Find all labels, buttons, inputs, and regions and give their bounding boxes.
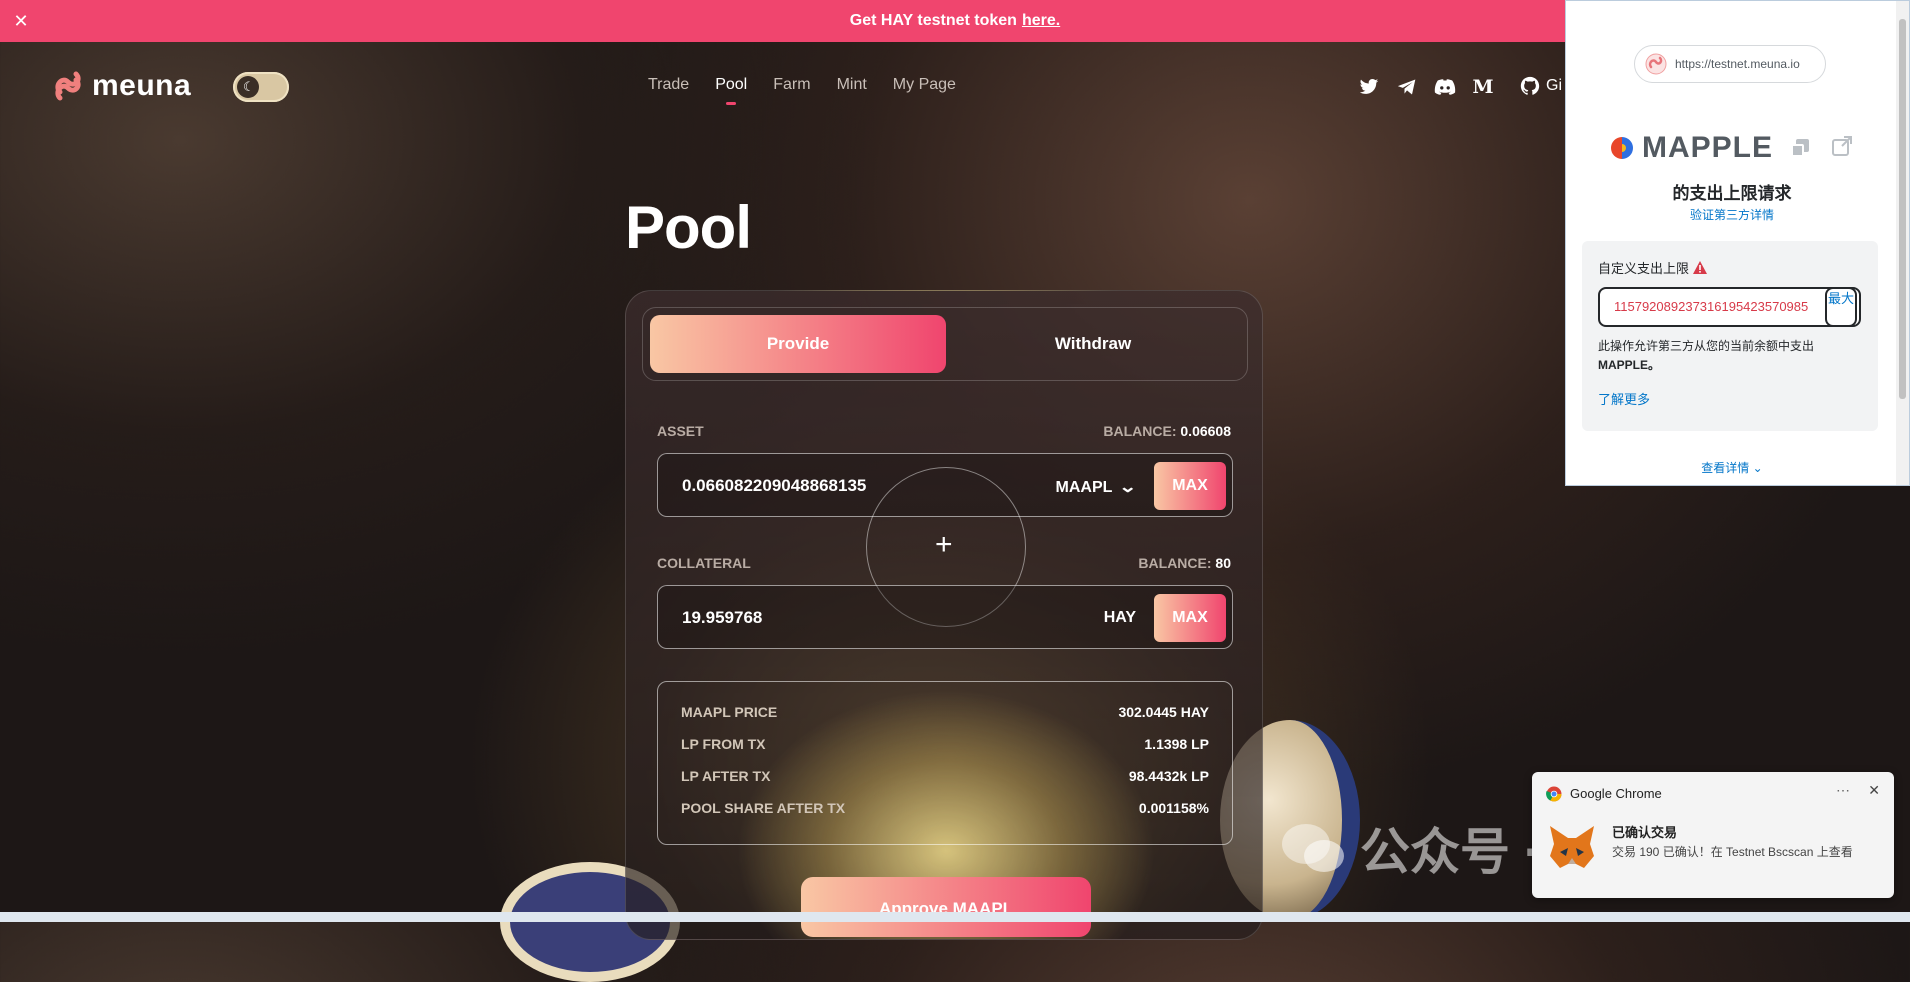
logo[interactable]: meuna	[52, 69, 191, 103]
collateral-amount[interactable]: 19.959768	[682, 608, 762, 628]
asset-balance-label: BALANCE:	[1103, 423, 1177, 439]
twitter-icon[interactable]	[1358, 76, 1380, 98]
view-details-text: 查看详情	[1701, 461, 1750, 475]
collateral-symbol: HAY	[1103, 609, 1136, 626]
close-icon[interactable]: ✕	[1868, 782, 1880, 799]
note-token: MAPPLE。	[1598, 358, 1661, 372]
meuna-logo-icon	[55, 71, 81, 101]
learn-more-link[interactable]: 了解更多	[1598, 389, 1650, 408]
telegram-icon[interactable]	[1396, 76, 1418, 98]
scrollbar[interactable]	[1896, 1, 1909, 485]
info-value: 1.1398 LP	[1144, 736, 1209, 752]
spending-cap-heading: 的支出上限请求	[1672, 184, 1792, 203]
asset-balance: BALANCE: 0.06608	[1103, 423, 1231, 439]
tab-provide[interactable]: Provide	[650, 315, 946, 373]
pool-info-box: MAAPL PRICE 302.0445 HAY LP FROM TX 1.13…	[657, 681, 1233, 845]
notification-title: 已确认交易	[1612, 825, 1678, 840]
asset-symbol: MAAPL	[1055, 479, 1113, 496]
view-details-link[interactable]: 查看详情 ⌄	[1566, 459, 1898, 476]
metamask-popup: https://testnet.meuna.io MAPPLE 的支出上限请求 …	[1565, 0, 1910, 486]
nav-mint[interactable]: Mint	[837, 76, 867, 94]
asset-amount[interactable]: 0.066082209048868135	[682, 476, 866, 496]
page-title: Pool	[625, 194, 752, 261]
verify-third-party-link[interactable]: 验证第三方详情	[1566, 206, 1898, 223]
chevron-down-icon: ⌄	[1752, 461, 1763, 475]
site-url: https://testnet.meuna.io	[1675, 57, 1800, 71]
github-icon	[1520, 76, 1540, 95]
collateral-balance-value: 80	[1215, 555, 1231, 571]
chrome-notification[interactable]: Google Chrome ⋯ ✕ 已确认交易 交易 190 已确认！在 Tes…	[1532, 772, 1894, 898]
plus-icon: +	[935, 528, 953, 561]
info-key: LP AFTER TX	[681, 768, 771, 784]
nav-trade[interactable]: Trade	[648, 76, 689, 94]
tab-withdraw[interactable]: Withdraw	[945, 315, 1241, 373]
custom-limit-input[interactable]: 115792089237316195423570985 最大	[1598, 287, 1861, 327]
max-button[interactable]: 最大	[1825, 287, 1857, 327]
collateral-balance: BALANCE: 80	[1138, 555, 1231, 571]
notification-body: 交易 190 已确认！在 Testnet Bscscan 上查看	[1612, 845, 1853, 859]
custom-limit-box: 自定义支出上限 115792089237316195423570985 最大 此…	[1582, 241, 1878, 431]
banner-link[interactable]: here.	[1022, 12, 1060, 30]
info-row: LP AFTER TX 98.4432k LP	[681, 768, 1209, 788]
info-row: MAAPL PRICE 302.0445 HAY	[681, 704, 1209, 724]
custom-limit-text: 自定义支出上限	[1598, 261, 1690, 276]
info-row: POOL SHARE AFTER TX 0.001158%	[681, 800, 1209, 820]
scrollbar-thumb[interactable]	[1899, 19, 1906, 399]
discord-icon[interactable]	[1434, 76, 1456, 98]
chrome-icon	[1546, 786, 1562, 802]
medium-icon[interactable]: M	[1472, 76, 1494, 98]
approve-button[interactable]: Approve MAAPL	[801, 877, 1091, 937]
collateral-max-button[interactable]: MAX	[1154, 594, 1226, 642]
moon-icon: ☾	[237, 76, 259, 98]
asset-label: ASSET	[657, 423, 704, 439]
token-name: MAPPLE	[1642, 131, 1774, 164]
info-key: MAAPL PRICE	[681, 704, 778, 720]
nav-farm[interactable]: Farm	[773, 76, 810, 94]
site-favicon-icon	[1645, 53, 1667, 75]
permission-note: 此操作允许第三方从您的当前余额中支出 MAPPLE。	[1598, 337, 1848, 375]
custom-limit-label: 自定义支出上限	[1598, 258, 1708, 277]
nav-pool[interactable]: Pool	[715, 76, 747, 105]
nav-my-page[interactable]: My Page	[893, 76, 956, 94]
more-icon[interactable]: ⋯	[1836, 782, 1850, 799]
note-text: 此操作允许第三方从您的当前余额中支出	[1598, 339, 1815, 353]
social-links: M	[1358, 76, 1494, 98]
github-link[interactable]: Gi	[1520, 76, 1562, 96]
close-icon[interactable]: ✕	[10, 10, 32, 32]
pool-tabs: Provide Withdraw	[642, 307, 1248, 381]
info-key: LP FROM TX	[681, 736, 766, 752]
wechat-icon	[1282, 824, 1344, 872]
logo-text: meuna	[92, 69, 192, 102]
site-origin: https://testnet.meuna.io	[1634, 45, 1826, 83]
collateral-label: COLLATERAL	[657, 555, 751, 571]
collateral-balance-label: BALANCE:	[1138, 555, 1212, 571]
info-value: 98.4432k LP	[1128, 768, 1209, 784]
collateral-input-field[interactable]: 19.959768 HAY MAX	[657, 585, 1233, 649]
info-key: POOL SHARE AFTER TX	[681, 800, 846, 816]
token-header: MAPPLE	[1610, 131, 1853, 165]
asset-select[interactable]: MAAPL ⌄	[1055, 477, 1137, 497]
info-row: LP FROM TX 1.1398 LP	[681, 736, 1209, 756]
warning-icon	[1693, 261, 1708, 274]
copy-icon[interactable]	[1791, 139, 1810, 157]
chevron-down-icon: ⌄	[1117, 479, 1137, 496]
notification-app: Google Chrome	[1570, 786, 1662, 801]
github-label: Gi	[1546, 77, 1562, 94]
banner-text: Get HAY testnet token	[849, 12, 1017, 29]
pool-card: Provide Withdraw ASSET BALANCE: 0.06608 …	[625, 290, 1263, 940]
asset-balance-value: 0.06608	[1180, 423, 1231, 439]
main-nav: Trade Pool Farm Mint My Page	[648, 76, 956, 105]
token-icon	[1611, 137, 1633, 159]
taskbar	[0, 912, 1910, 922]
metamask-fox-icon	[1550, 826, 1594, 868]
theme-toggle[interactable]: ☾	[233, 72, 289, 102]
info-value: 302.0445 HAY	[1118, 704, 1209, 720]
info-value: 0.001158%	[1138, 800, 1209, 816]
asset-max-button[interactable]: MAX	[1154, 462, 1226, 510]
external-link-icon[interactable]	[1831, 135, 1853, 162]
custom-limit-value[interactable]: 115792089237316195423570985	[1614, 299, 1816, 314]
